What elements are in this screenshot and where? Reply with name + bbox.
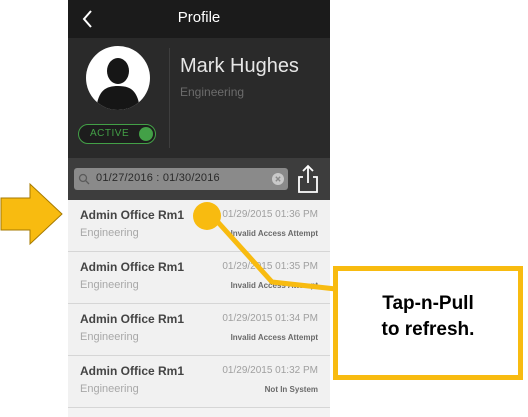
- access-event-list[interactable]: Admin Office Rm1 Engineering 01/29/2015 …: [68, 200, 330, 417]
- event-timestamp: 01/29/2015 01:35 PM: [222, 261, 318, 272]
- active-status-toggle[interactable]: ACTIVE: [78, 124, 156, 144]
- list-item[interactable]: Admin Office Rm1 Engineering 01/29/2015 …: [68, 252, 330, 304]
- phone-screen: Profile Mark Hughes Engineering ACTIVE 0…: [68, 0, 330, 417]
- event-timestamp: 01/29/2015 01:34 PM: [222, 313, 318, 324]
- event-department: Engineering: [80, 279, 139, 291]
- event-timestamp: 01/29/2015 01:36 PM: [222, 209, 318, 220]
- person-silhouette-icon: [96, 58, 140, 110]
- event-location: Admin Office Rm1: [80, 364, 185, 378]
- date-filter-bar: 01/27/2016 : 01/30/2016: [68, 158, 330, 200]
- toggle-knob: [139, 126, 153, 141]
- date-range-value: 01/27/2016 : 01/30/2016: [96, 172, 220, 184]
- event-department: Engineering: [80, 227, 139, 239]
- callout-text: Tap-n-Pull to refresh.: [338, 291, 518, 343]
- list-item[interactable]: Admin Office Rm1 Engineering 01/29/2015 …: [68, 304, 330, 356]
- event-type: Invalid Access Attempt: [230, 333, 318, 342]
- callout-line-1: Tap-n-Pull: [382, 293, 474, 314]
- active-status-label: ACTIVE: [90, 128, 130, 139]
- profile-card: Mark Hughes Engineering ACTIVE: [68, 38, 330, 158]
- annotated-screenshot: Profile Mark Hughes Engineering ACTIVE 0…: [0, 0, 528, 417]
- refresh-callout: Tap-n-Pull to refresh.: [333, 266, 523, 380]
- event-location: Admin Office Rm1: [80, 260, 185, 274]
- callout-line-2: to refresh.: [381, 319, 475, 340]
- event-type: Invalid Access Attempt: [230, 229, 318, 238]
- date-range-search-input[interactable]: 01/27/2016 : 01/30/2016: [74, 168, 288, 190]
- avatar: [86, 46, 150, 110]
- profile-divider: [169, 48, 170, 148]
- event-department: Engineering: [80, 383, 139, 395]
- profile-department: Engineering: [180, 85, 245, 99]
- event-timestamp: 01/29/2015 01:32 PM: [222, 365, 318, 376]
- list-item[interactable]: Admin Office Rm1 Engineering 01/29/2015 …: [68, 200, 330, 252]
- share-button[interactable]: [294, 163, 322, 195]
- clear-circle-icon[interactable]: [272, 173, 284, 185]
- top-app-bar: Profile: [68, 0, 330, 38]
- event-type: Invalid Access Attempt: [230, 281, 318, 290]
- share-icon: [298, 164, 318, 193]
- list-item[interactable]: Admin Office Rm1 Engineering 01/29/2015 …: [68, 356, 330, 408]
- event-department: Engineering: [80, 331, 139, 343]
- search-icon: [78, 173, 90, 185]
- profile-name: Mark Hughes: [180, 55, 299, 77]
- event-type: Not In System: [264, 385, 318, 394]
- event-location: Admin Office Rm1: [80, 208, 185, 222]
- event-location: Admin Office Rm1: [80, 312, 185, 326]
- page-title: Profile: [177, 9, 221, 26]
- pointer-arrow-icon: [0, 182, 63, 246]
